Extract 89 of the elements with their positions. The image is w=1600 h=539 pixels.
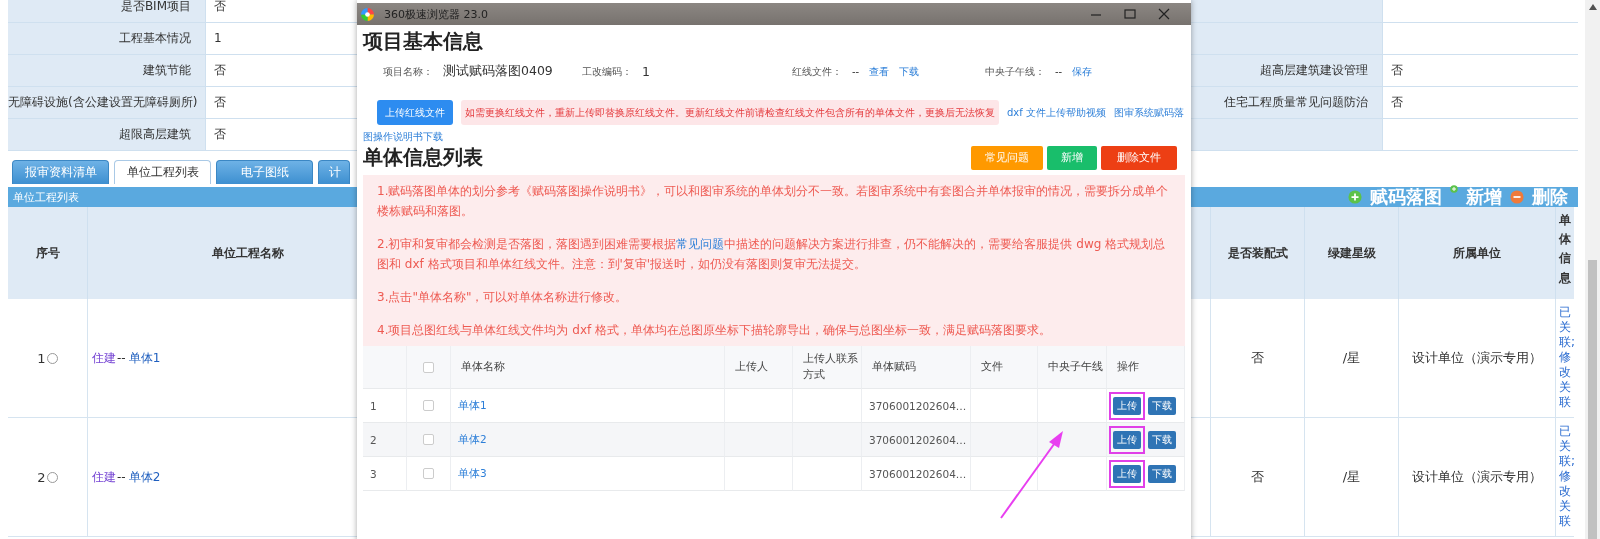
table-cell: 设计单位（演示专用） [1412,349,1542,367]
column-header: 单体名称 [451,346,725,389]
tab[interactable]: 报审资料清单 [12,160,109,184]
field-label: 建筑节能 [8,55,205,86]
upload-button[interactable]: 上传红线文件 [377,100,453,125]
column-header: 绿建星级 [1305,207,1399,299]
row-number: 2 [37,469,46,485]
field-label: 项目名称： [383,64,433,79]
upload-button[interactable]: 上传 [1113,464,1141,483]
column-header: 上传人联系方式 [793,346,862,389]
text-link[interactable]: 图操作说明书下载 [363,130,443,144]
download-button[interactable]: 下载 [1148,430,1176,449]
field-value: -- [1055,66,1063,77]
field-label: 工程基本情况 [8,23,205,54]
table-cell: /星 [1342,468,1361,486]
unit-name-link[interactable]: 单体1 [128,349,161,367]
row-number: 3 [363,457,407,491]
item-name-link[interactable]: 单体2 [458,432,487,447]
text-link[interactable]: dxf 文件上传帮助视频 [1007,105,1106,120]
tab[interactable]: 计 [318,160,350,184]
table-cell: /星 [1342,349,1361,367]
upload-button[interactable]: 上传 [1113,396,1141,415]
column-header: 上传人 [725,346,793,389]
tab[interactable]: 电子图纸 [216,160,313,184]
text-link[interactable]: 保存 [1072,64,1093,79]
warning-notice: 如需更换红线文件，重新上传即替换原红线文件。更新红线文件前请检查红线文件包含所有的单体文件，更换后无法恢复 [461,100,999,125]
text-link[interactable]: 下载 [899,64,920,79]
text-link[interactable]: 查看 [869,64,890,79]
column-header: 所属单位 [1399,207,1556,299]
link-action[interactable]: 已关联;修改关联 [1556,418,1574,537]
separator-text: -- [117,470,126,484]
column-header: 是否装配式 [1211,207,1305,299]
toolbar-action[interactable]: 新增 [1466,185,1502,209]
field-label: 超限高层建筑 [8,119,205,150]
up-arrow-icon[interactable] [1588,4,1597,10]
link-action[interactable]: 已关联;修改关联 [1556,299,1574,418]
field-label: 工改编码： [582,64,632,79]
item-name-link[interactable]: 单体3 [458,466,487,481]
column-header: 中央子午线 [1038,346,1107,389]
separator-text: -- [117,351,126,365]
table-cell: 否 [1251,468,1264,486]
toolbar-action[interactable]: 赋码落图 [1370,185,1442,209]
column-header: 操作 [1107,346,1185,389]
table-cell: 设计单位（演示专用） [1412,468,1542,486]
minus-icon [1510,190,1524,204]
table-cell: 3706001202604… [862,457,971,491]
action-button[interactable]: 新增 [1047,145,1097,170]
field-label: 中央子午线： [985,64,1045,79]
download-button[interactable]: 下载 [1148,396,1176,415]
download-button[interactable]: 下载 [1148,464,1176,483]
column-header: 序号 [8,207,88,299]
column-header: 单体赋码 [862,346,971,389]
field-value: -- [852,66,860,77]
category-link[interactable]: 住建 [92,349,116,367]
plus-icon [1348,190,1362,204]
table-cell: 3706001202604… [862,423,971,457]
item-name-link[interactable]: 单体1 [458,398,487,413]
scrollbar[interactable] [1585,0,1600,539]
close-icon[interactable] [1157,7,1171,21]
checkbox[interactable] [423,400,434,411]
unit-name-link[interactable]: 单体2 [128,468,161,486]
tab[interactable]: 单位工程列表 [114,160,211,184]
scrollbar-thumb[interactable] [1588,260,1597,539]
maximize-icon[interactable] [1123,7,1137,21]
column-header: 单体信息 [1556,207,1574,299]
row-number: 2 [363,423,407,457]
field-label: 无障碍设施(含公建设置无障碍厕所) [8,87,205,118]
toolbar-action[interactable]: 删除 [1532,185,1568,209]
window-title: 360极速浏览器 23.0 [384,6,489,22]
tip-paragraph: 4.项目总图红线与单体红线文件均为 dxf 格式，单体均在总图原坐标下描轮廓导出，确保与总图坐标一致，满足赋码落图要求。 [377,322,1053,339]
category-link[interactable]: 住建 [92,468,116,486]
field-label: 红线文件： [792,64,842,79]
column-header: 文件 [971,346,1038,389]
row-number: 1 [37,350,46,366]
plus-icon [1450,185,1458,193]
app-logo-icon [361,7,374,21]
upload-button[interactable]: 上传 [1113,430,1141,449]
text-link[interactable]: 常见问题 [676,237,725,251]
text-link[interactable]: 图审系统赋码落 [1113,105,1184,120]
table-cell: 否 [1251,349,1264,367]
checkbox[interactable] [423,361,434,373]
checkbox[interactable] [423,468,434,479]
field-value: 1 [642,64,650,79]
field-label: 是否BIM项目 [8,0,205,22]
section-title: 单位工程列表 [12,189,79,205]
page-heading: 项目基本信息 [363,28,483,55]
action-button[interactable]: 删除文件 [1101,145,1177,170]
checkbox[interactable] [423,434,434,445]
field-value: 测试赋码落图0409 [443,63,553,80]
